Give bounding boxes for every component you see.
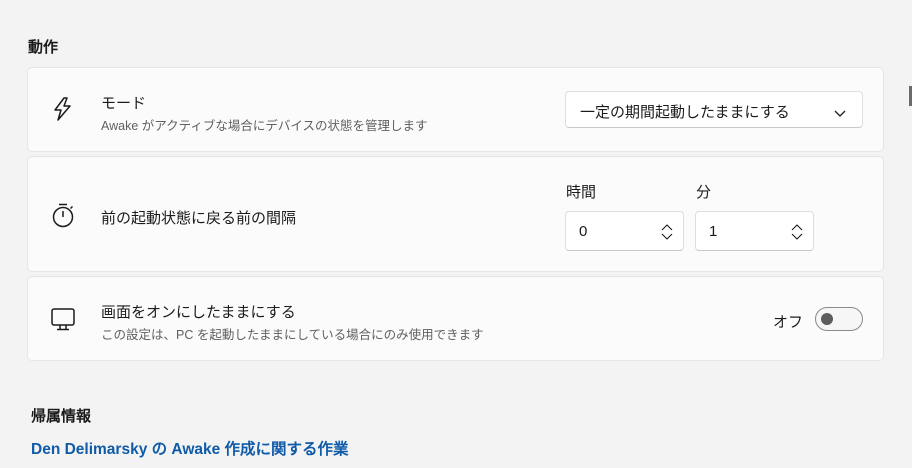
mode-title: モード xyxy=(101,95,147,112)
attribution-section-title: 帰属情報 xyxy=(31,408,92,425)
minutes-spinner[interactable]: 1 xyxy=(695,211,814,251)
mode-dropdown-value: 一定の期間起動したままにする xyxy=(580,104,790,121)
mode-description: Awake がアクティブな場合にデバイスの状態を管理します xyxy=(101,119,428,133)
minutes-label: 分 xyxy=(696,184,712,201)
monitor-icon xyxy=(50,306,76,332)
behavior-section-title: 動作 xyxy=(28,39,59,56)
attribution-link[interactable]: Den Delimarsky の Awake 作成に関する作業 xyxy=(31,437,349,459)
lightning-bolt-icon xyxy=(50,96,76,122)
hours-spinner[interactable]: 0 xyxy=(565,211,684,251)
mode-dropdown[interactable]: 一定の期間起動したままにする xyxy=(565,91,863,128)
hours-label: 時間 xyxy=(566,184,597,201)
toggle-knob xyxy=(821,313,833,325)
stopwatch-icon xyxy=(50,202,76,228)
hours-value: 0 xyxy=(579,223,588,240)
keep-screen-on-toggle[interactable] xyxy=(815,307,863,331)
mode-setting-card: モード Awake がアクティブな場合にデバイスの状態を管理します 一定の期間起… xyxy=(27,67,884,152)
toggle-state-label: オフ xyxy=(773,314,804,331)
screen-setting-card: 画面をオンにしたままにする この設定は、PC を起動したままにしている場合にのみ… xyxy=(27,276,884,361)
up-down-arrows-icon[interactable] xyxy=(660,223,674,241)
interval-title: 前の起動状態に戻る前の間隔 xyxy=(101,210,297,227)
minutes-value: 1 xyxy=(709,223,718,240)
interval-setting-card: 前の起動状態に戻る前の間隔 時間 0 分 1 xyxy=(27,156,884,272)
screen-title: 画面をオンにしたままにする xyxy=(101,304,296,321)
up-down-arrows-icon[interactable] xyxy=(790,223,804,241)
chevron-down-icon xyxy=(834,105,846,117)
screen-description: この設定は、PC を起動したままにしている場合にのみ使用できます xyxy=(101,328,484,342)
